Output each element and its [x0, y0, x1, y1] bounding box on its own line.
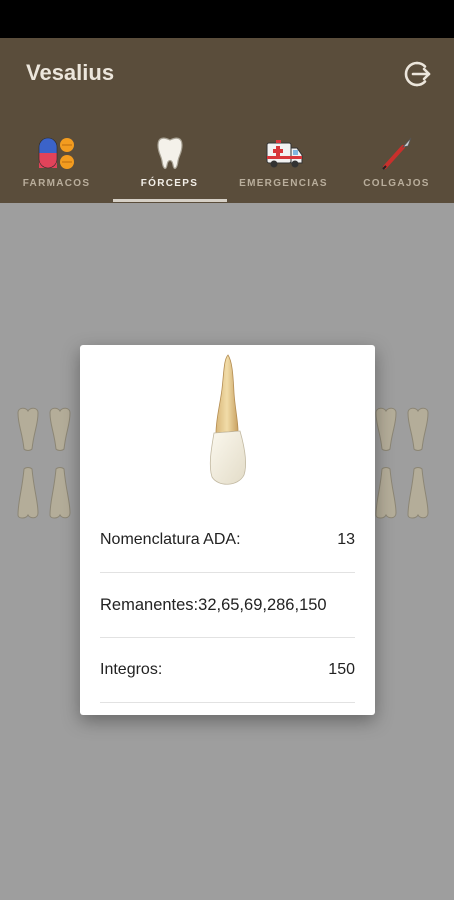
dialog-row-integros: Integros: 150: [100, 639, 355, 703]
tooth-info-dialog: Nomenclatura ADA: 13 Remanentes:32,65,69…: [80, 345, 375, 715]
scalpel-icon: [381, 137, 411, 170]
tab-label: FÓRCEPS: [140, 178, 199, 189]
tab-emergencias[interactable]: EMERGENCIAS: [227, 131, 340, 203]
dialog-row-remanentes: Remanentes:32,65,69,286,150: [100, 574, 355, 638]
ada-value: 13: [337, 531, 355, 548]
logout-icon[interactable]: [403, 60, 431, 88]
tab-label: FARMACOS: [22, 178, 91, 189]
tab-label: COLGAJOS: [363, 178, 430, 189]
tab-indicator: [113, 199, 227, 202]
ada-label: Nomenclatura ADA:: [100, 531, 241, 548]
tooth-image: [209, 354, 247, 485]
pills-icon: [38, 137, 74, 169]
integros-value: 150: [328, 661, 355, 678]
app-bar: Vesalius FARMACOS FÓRCEPS EMERGENCIAS CO…: [0, 38, 454, 203]
teeth-chart-right: [375, 407, 429, 519]
ambulance-icon: [266, 140, 302, 168]
tab-colgajos[interactable]: COLGAJOS: [340, 131, 453, 203]
remanentes-text: Remanentes:32,65,69,286,150: [100, 596, 327, 614]
teeth-chart-left: [17, 407, 71, 519]
tab-forceps[interactable]: FÓRCEPS: [113, 131, 226, 203]
dialog-row-ada: Nomenclatura ADA: 13: [100, 509, 355, 573]
app-title: Vesalius: [26, 60, 115, 85]
tab-farmacos[interactable]: FARMACOS: [0, 131, 113, 203]
integros-label: Integros:: [100, 661, 163, 678]
tooth-icon: [156, 137, 183, 170]
tab-label: EMERGENCIAS: [239, 178, 328, 189]
status-bar: [0, 0, 454, 38]
tab-bar: FARMACOS FÓRCEPS EMERGENCIAS COLGAJOS: [0, 131, 454, 203]
